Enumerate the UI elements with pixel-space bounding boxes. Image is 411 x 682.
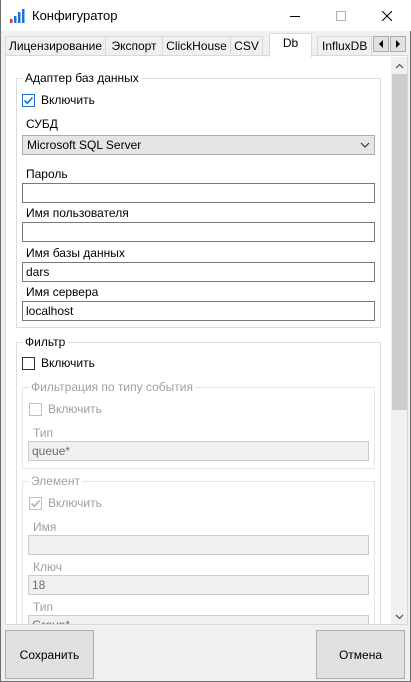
tab-page-db: Адаптер баз данных Включить СУБД Microso…	[5, 55, 408, 625]
dbname-field[interactable]: dars	[22, 262, 375, 282]
username-label: Имя пользователя	[26, 206, 129, 220]
element-name-field[interactable]	[28, 535, 369, 555]
event-type-enable-label: Включить	[48, 402, 102, 416]
element-key-field[interactable]: 18	[28, 575, 369, 595]
checkmark-icon	[23, 96, 34, 104]
tab-clickhouse[interactable]: ClickHouse	[162, 36, 231, 56]
tab-scroll-left-button[interactable]	[373, 36, 389, 52]
element-key-label: Ключ	[33, 560, 62, 574]
close-button[interactable]	[364, 0, 410, 31]
element-filter-title: Элемент	[29, 474, 82, 488]
bar-chart-icon	[10, 9, 25, 23]
element-enable-label: Включить	[48, 496, 102, 510]
title-bar[interactable]: Конфигуратор	[1, 0, 411, 31]
filter-group: Фильтр Включить Фильтрация по типу событ…	[16, 335, 381, 624]
cancel-button[interactable]: Отмена	[316, 630, 405, 679]
minimize-icon	[290, 15, 300, 17]
checkbox-box[interactable]	[29, 402, 42, 416]
checkmark-icon	[30, 499, 41, 507]
password-label: Пароль	[26, 167, 68, 181]
dbms-select[interactable]: Microsoft SQL Server	[22, 135, 375, 155]
tab-strip: Лицензирование Экспорт ClickHouse CSV Db…	[1, 32, 411, 57]
scroll-thumb[interactable]	[392, 74, 407, 410]
scroll-down-button[interactable]	[391, 608, 407, 624]
event-type-type-field[interactable]: queue*	[28, 441, 369, 461]
arrow-left-icon	[379, 40, 383, 48]
tab-csv[interactable]: CSV	[230, 36, 263, 56]
tab-scroll-right-button[interactable]	[390, 36, 406, 52]
filter-group-title: Фильтр	[23, 335, 68, 349]
arrow-right-icon	[396, 40, 400, 48]
minimize-button[interactable]	[272, 0, 318, 31]
event-type-type-label: Тип	[33, 426, 54, 440]
tab-db[interactable]: Db	[269, 33, 312, 57]
checkbox-box[interactable]	[22, 356, 35, 370]
filter-enable-label: Включить	[41, 356, 95, 370]
close-icon	[382, 10, 392, 21]
server-field[interactable]: localhost	[22, 301, 375, 321]
tab-licensing[interactable]: Лицензирование	[5, 36, 106, 56]
tab-export[interactable]: Экспорт	[105, 36, 163, 56]
db-adapter-enable-checkbox[interactable]: Включить	[22, 92, 95, 108]
element-filter-group: Элемент Включить Имя Ключ 18 Тип Group*	[22, 474, 375, 624]
username-field[interactable]	[22, 222, 375, 242]
element-enable-checkbox[interactable]: Включить	[29, 495, 102, 511]
scroll-up-button[interactable]	[391, 57, 407, 74]
window-title: Конфигуратор	[32, 8, 118, 23]
element-type-label: Тип	[33, 600, 54, 614]
checkbox-box[interactable]	[22, 93, 35, 107]
dbname-label: Имя базы данных	[26, 246, 125, 260]
maximize-button[interactable]	[318, 0, 364, 31]
checkbox-box[interactable]	[29, 496, 42, 510]
dbms-select-value: Microsoft SQL Server	[27, 138, 142, 152]
chevron-up-icon	[395, 63, 404, 68]
event-type-filter-group: Фильтрация по типу события Включить Тип …	[22, 380, 375, 469]
event-type-enable-checkbox[interactable]: Включить	[29, 401, 102, 417]
vertical-scrollbar[interactable]	[391, 57, 407, 624]
maximize-icon	[336, 10, 346, 21]
db-adapter-group-title: Адаптер баз данных	[23, 71, 141, 85]
event-type-filter-title: Фильтрация по типу события	[29, 380, 195, 394]
element-name-label: Имя	[33, 520, 57, 534]
chevron-down-icon	[360, 142, 370, 148]
configurator-window: Конфигуратор Лицензирование Экспорт Clic…	[0, 0, 411, 682]
element-type-field[interactable]: Group*	[28, 615, 369, 624]
filter-enable-checkbox[interactable]: Включить	[22, 355, 95, 371]
password-field[interactable]	[22, 183, 375, 203]
server-label: Имя сервера	[26, 285, 99, 299]
save-button[interactable]: Сохранить	[5, 630, 94, 679]
db-adapter-group: Адаптер баз данных Включить СУБД Microso…	[16, 71, 381, 328]
tab-influxdb[interactable]: InfluxDB	[317, 36, 372, 56]
db-adapter-enable-label: Включить	[41, 93, 95, 107]
dbms-label: СУБД	[26, 117, 58, 131]
chevron-down-icon	[395, 614, 404, 619]
